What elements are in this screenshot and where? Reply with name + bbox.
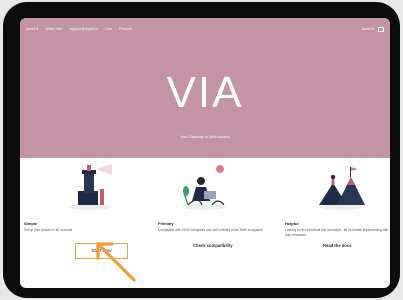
device-frame: About ▾ White Size support@digital.io Li… [3,2,400,298]
pointer-arrow-icon [96,242,136,282]
nav-item-white-size[interactable]: White Size [45,27,62,31]
hero-banner: VIA Your Gateway to Web Access [20,40,390,158]
mountain-climber-illustration-icon [319,167,365,210]
browser-screen: About ▾ White Size support@digital.io Li… [20,18,390,288]
hero-tagline: Your Gateway to Web Access [180,135,230,139]
nav-item-support-email[interactable]: support@digital.io [69,27,98,31]
nav-item-live[interactable]: Live [105,27,112,31]
feature-title-friendly: Friendly [158,221,174,226]
nav-left: About ▾ White Size support@digital.io Li… [26,27,132,31]
feature-title-simple: Simple [24,221,38,226]
nav-item-about[interactable]: About ▾ [26,27,38,31]
nav-item-promote[interactable]: Promote [119,27,133,31]
feature-desc-helpful: Looking for the individual test and step… [285,228,390,237]
read-the-docs-link[interactable]: Read the docs [323,243,352,248]
nav-item-right-about[interactable]: About ▾ [362,27,374,31]
nav-right: About ▾ [362,26,384,32]
feature-desc-friendly: Compatible with 1000+ templates and web … [158,228,263,232]
check-compatibility-link[interactable]: Check compatibility [193,243,233,248]
lock-icon[interactable] [378,26,384,32]
site-logo: VIA [166,68,244,117]
feature-title-helpful: Helpful [285,221,299,226]
person-laptop-illustration-icon [182,165,226,210]
lighthouse-illustration-icon [68,164,112,210]
feature-desc-simple: Set up your domain in 60 seconds [24,228,73,232]
top-navigation: About ▾ White Size support@digital.io Li… [20,18,390,40]
